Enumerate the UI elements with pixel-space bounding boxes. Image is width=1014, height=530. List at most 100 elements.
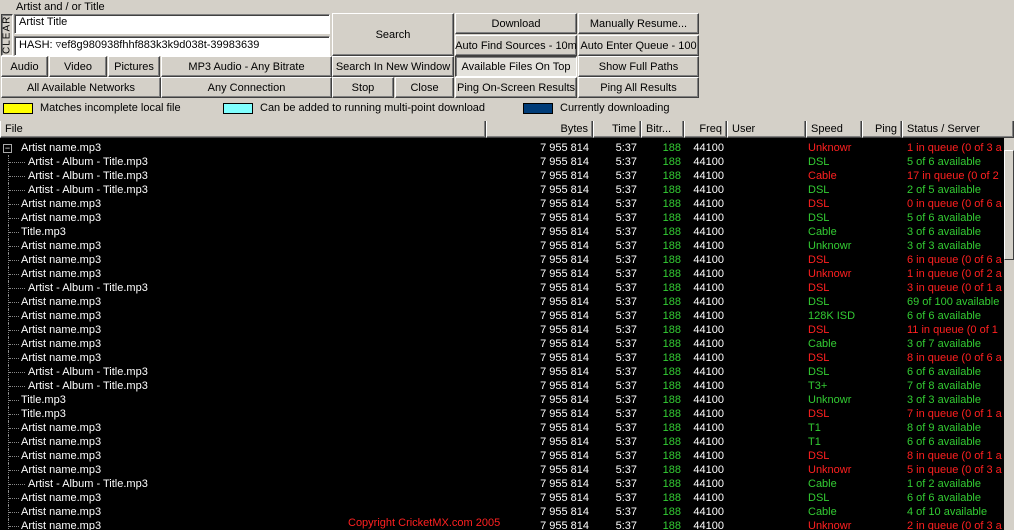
table-row[interactable]: Title.mp3 7 955 814 5:37 188 44100 Unknowr 3 o… bbox=[0, 393, 1004, 407]
table-row[interactable]: Artist name.mp3 7 955 814 5:37 188 44100 Unkn… bbox=[0, 463, 1004, 477]
download-button[interactable]: Download bbox=[455, 13, 577, 34]
column-status[interactable]: Status / Server bbox=[902, 121, 1014, 138]
table-row[interactable]: Artist name.mp3 7 955 814 5:37 188 44100 T1 6 … bbox=[0, 435, 1004, 449]
status-text: 1 of 2 available bbox=[907, 478, 981, 490]
collapse-icon[interactable]: − bbox=[3, 144, 12, 153]
file-freq: 44100 bbox=[693, 324, 724, 336]
table-row[interactable]: Artist name.mp3 7 955 814 5:37 188 44100 DSL 6… bbox=[0, 295, 1004, 309]
available-on-top-toggle[interactable]: Available Files On Top bbox=[455, 56, 577, 77]
connection-speed: Unknowr bbox=[808, 142, 852, 154]
file-bitrate: 188 bbox=[662, 352, 681, 364]
table-row[interactable]: Artist name.mp3 7 955 814 5:37 188 44100 DSL 0… bbox=[0, 197, 1004, 211]
table-row[interactable]: Artist - Album - Title.mp3 7 955 814 5:37 1… bbox=[0, 169, 1004, 183]
tree-guide bbox=[9, 218, 19, 219]
column-bitrate[interactable]: Bitr... bbox=[641, 121, 684, 138]
file-freq: 44100 bbox=[693, 478, 724, 490]
user-name bbox=[729, 211, 804, 225]
status-text: 3 in queue (0 of 1 a bbox=[907, 282, 1002, 294]
tree-guide bbox=[9, 176, 25, 177]
file-bytes: 7 955 814 bbox=[540, 478, 589, 490]
user-name bbox=[729, 225, 804, 239]
auto-enter-queue-button[interactable]: Auto Enter Queue - 100 bbox=[578, 35, 699, 56]
search-new-window-button[interactable]: Search In New Window bbox=[332, 56, 454, 77]
table-row[interactable]: Artist name.mp3 7 955 814 5:37 188 44100 DSL 5… bbox=[0, 211, 1004, 225]
table-row[interactable]: Artist name.mp3 7 955 814 5:37 188 44100 DSL 6… bbox=[0, 253, 1004, 267]
results-list[interactable]: − Artist name.mp3 7 955 814 5:37 188 44100 Unk… bbox=[0, 138, 1004, 530]
table-row[interactable]: Artist name.mp3 7 955 814 5:37 188 44100 DSL 8… bbox=[0, 351, 1004, 365]
table-row[interactable]: Artist name.mp3 7 955 814 5:37 188 44100 Unkn… bbox=[0, 239, 1004, 253]
table-row[interactable]: Artist name.mp3 7 955 814 5:37 188 44100 T1 8 … bbox=[0, 421, 1004, 435]
table-row[interactable]: Artist - Album - Title.mp3 7 955 814 5:37 1… bbox=[0, 281, 1004, 295]
table-row[interactable]: Artist name.mp3 7 955 814 5:37 188 44100 Unkn… bbox=[0, 267, 1004, 281]
connection-filter-button[interactable]: Any Connection bbox=[161, 77, 332, 98]
table-row[interactable]: Artist - Album - Title.mp3 7 955 814 5:37 1… bbox=[0, 477, 1004, 491]
file-freq: 44100 bbox=[693, 212, 724, 224]
table-row[interactable]: − Artist name.mp3 7 955 814 5:37 188 44100 Unk… bbox=[0, 141, 1004, 155]
pictures-filter-button[interactable]: Pictures bbox=[108, 56, 160, 77]
column-bytes[interactable]: Bytes bbox=[486, 121, 593, 138]
user-name bbox=[729, 267, 804, 281]
table-row[interactable]: Artist - Album - Title.mp3 7 955 814 5:37 1… bbox=[0, 379, 1004, 393]
hash-input[interactable]: HASH: ▿ef8g980938fhhf883k3k9d038t-399836… bbox=[14, 36, 330, 56]
search-input[interactable]: Artist Title bbox=[14, 14, 330, 34]
format-filter-button[interactable]: MP3 Audio - Any Bitrate bbox=[161, 56, 332, 77]
ping-all-button[interactable]: Ping All Results bbox=[578, 77, 699, 98]
file-time: 5:37 bbox=[615, 296, 637, 308]
table-row[interactable]: Artist - Album - Title.mp3 7 955 814 5:37 1… bbox=[0, 365, 1004, 379]
file-freq: 44100 bbox=[693, 506, 724, 518]
tree-guide bbox=[9, 428, 19, 429]
table-row[interactable]: Artist name.mp3 7 955 814 5:37 188 44100 Unkn… bbox=[0, 519, 1004, 530]
column-freq[interactable]: Freq bbox=[684, 121, 727, 138]
file-time: 5:37 bbox=[615, 366, 637, 378]
connection-speed: DSL bbox=[808, 324, 830, 336]
table-row[interactable]: Artist name.mp3 7 955 814 5:37 188 44100 DSL 8… bbox=[0, 449, 1004, 463]
auto-find-sources-button[interactable]: Auto Find Sources - 10m bbox=[455, 35, 577, 56]
connection-speed: Cable bbox=[808, 478, 837, 490]
file-time: 5:37 bbox=[615, 184, 637, 196]
file-freq: 44100 bbox=[693, 366, 724, 378]
table-row[interactable]: Artist - Album - Title.mp3 7 955 814 5:37 1… bbox=[0, 183, 1004, 197]
show-full-paths-toggle[interactable]: Show Full Paths bbox=[578, 56, 699, 77]
column-file[interactable]: File bbox=[0, 121, 486, 138]
file-time: 5:37 bbox=[615, 254, 637, 266]
table-row[interactable]: Artist - Album - Title.mp3 7 955 814 5:37 1… bbox=[0, 155, 1004, 169]
manual-resume-button[interactable]: Manually Resume... bbox=[578, 13, 699, 34]
ping-onscreen-button[interactable]: Ping On-Screen Results bbox=[455, 77, 577, 98]
file-bitrate: 188 bbox=[662, 408, 681, 420]
file-name: Artist name.mp3 bbox=[21, 254, 102, 266]
column-speed[interactable]: Speed bbox=[806, 121, 862, 138]
column-ping[interactable]: Ping bbox=[862, 121, 902, 138]
search-button[interactable]: Search bbox=[332, 13, 454, 56]
table-row[interactable]: Artist name.mp3 7 955 814 5:37 188 44100 128K… bbox=[0, 309, 1004, 323]
connection-speed: Cable bbox=[808, 338, 837, 350]
networks-filter-button[interactable]: All Available Networks bbox=[1, 77, 161, 98]
file-time: 5:37 bbox=[615, 394, 637, 406]
clear-button[interactable]: CLEAR bbox=[1, 14, 13, 56]
close-button[interactable]: Close bbox=[395, 77, 454, 98]
table-row[interactable]: Title.mp3 7 955 814 5:37 188 44100 Cable 3 of … bbox=[0, 225, 1004, 239]
tree-guide bbox=[9, 274, 19, 275]
file-bytes: 7 955 814 bbox=[540, 170, 589, 182]
table-row[interactable]: Artist name.mp3 7 955 814 5:37 188 44100 DSL 1… bbox=[0, 323, 1004, 337]
video-filter-button[interactable]: Video bbox=[49, 56, 107, 77]
scrollbar-thumb[interactable] bbox=[1004, 150, 1014, 260]
file-bitrate: 188 bbox=[662, 254, 681, 266]
file-bitrate: 188 bbox=[662, 212, 681, 224]
table-row[interactable]: Title.mp3 7 955 814 5:37 188 44100 DSL 7 in qu… bbox=[0, 407, 1004, 421]
audio-filter-button[interactable]: Audio bbox=[1, 56, 48, 77]
file-name: Artist name.mp3 bbox=[21, 352, 102, 364]
file-time: 5:37 bbox=[615, 380, 637, 392]
table-row[interactable]: Artist name.mp3 7 955 814 5:37 188 44100 DSL 6… bbox=[0, 491, 1004, 505]
column-time[interactable]: Time bbox=[593, 121, 641, 138]
column-user[interactable]: User bbox=[727, 121, 806, 138]
tree-guide bbox=[9, 414, 19, 415]
results-scrollbar[interactable] bbox=[1004, 138, 1014, 530]
table-row[interactable]: Artist name.mp3 7 955 814 5:37 188 44100 Cabl… bbox=[0, 337, 1004, 351]
file-name: Artist name.mp3 bbox=[21, 338, 102, 350]
table-row[interactable]: Artist name.mp3 7 955 814 5:37 188 44100 Cabl… bbox=[0, 505, 1004, 519]
file-bytes: 7 955 814 bbox=[540, 184, 589, 196]
stop-button[interactable]: Stop bbox=[332, 77, 394, 98]
file-bytes: 7 955 814 bbox=[540, 254, 589, 266]
file-bitrate: 188 bbox=[662, 450, 681, 462]
status-text: 5 of 6 available bbox=[907, 212, 981, 224]
